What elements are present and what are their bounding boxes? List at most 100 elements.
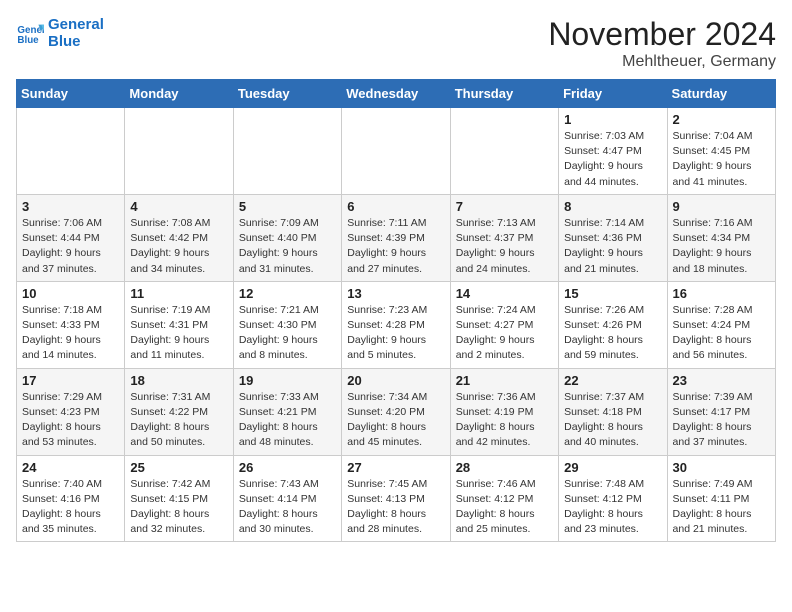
day-number: 21 xyxy=(456,373,553,388)
day-number: 3 xyxy=(22,199,119,214)
day-number: 7 xyxy=(456,199,553,214)
day-info: Sunrise: 7:36 AM Sunset: 4:19 PM Dayligh… xyxy=(456,390,553,451)
calendar-cell: 4Sunrise: 7:08 AM Sunset: 4:42 PM Daylig… xyxy=(125,194,233,281)
calendar-cell: 10 Sunrise: 7:18 AM Sunset: 4:33 PM Dayli… xyxy=(17,281,125,368)
calendar-cell: 28 Sunrise: 7:46 AM Sunset: 4:12 PM Dayli… xyxy=(450,455,558,542)
day-info: Sunrise: 7:39 AM Sunset: 4:17 PM Dayligh… xyxy=(673,390,770,451)
day-info: Sunrise: 7:09 AM Sunset: 4:40 PM Dayligh… xyxy=(239,216,336,277)
day-number: 27 xyxy=(347,460,444,475)
day-info: Sunrise: 7:37 AM Sunset: 4:18 PM Dayligh… xyxy=(564,390,661,451)
calendar-table: SundayMondayTuesdayWednesdayThursdayFrid… xyxy=(16,79,776,542)
calendar-cell: 22 Sunrise: 7:37 AM Sunset: 4:18 PM Dayli… xyxy=(559,368,667,455)
day-info: Sunrise: 7:48 AM Sunset: 4:12 PM Dayligh… xyxy=(564,477,661,538)
calendar-cell: 15 Sunrise: 7:26 AM Sunset: 4:26 PM Dayli… xyxy=(559,281,667,368)
day-info: Sunrise: 7:04 AM Sunset: 4:45 PM Dayligh… xyxy=(673,129,770,190)
calendar-week-4: 17Sunrise: 7:29 AM Sunset: 4:23 PM Dayli… xyxy=(17,368,776,455)
calendar-cell: 29 Sunrise: 7:48 AM Sunset: 4:12 PM Dayli… xyxy=(559,455,667,542)
day-info: Sunrise: 7:11 AM Sunset: 4:39 PM Dayligh… xyxy=(347,216,444,277)
day-number: 11 xyxy=(130,286,227,301)
day-info: Sunrise: 7:03 AM Sunset: 4:47 PM Dayligh… xyxy=(564,129,661,190)
day-number: 29 xyxy=(564,460,661,475)
day-header-thursday: Thursday xyxy=(450,80,558,108)
day-info: Sunrise: 7:33 AM Sunset: 4:21 PM Dayligh… xyxy=(239,390,336,451)
calendar-cell: 16Sunrise: 7:28 AM Sunset: 4:24 PM Dayli… xyxy=(667,281,775,368)
day-number: 14 xyxy=(456,286,553,301)
calendar-header-row: SundayMondayTuesdayWednesdayThursdayFrid… xyxy=(17,80,776,108)
calendar-cell: 2 Sunrise: 7:04 AM Sunset: 4:45 PM Daylig… xyxy=(667,108,775,195)
calendar-cell: 20 Sunrise: 7:34 AM Sunset: 4:20 PM Dayli… xyxy=(342,368,450,455)
calendar-week-5: 24Sunrise: 7:40 AM Sunset: 4:16 PM Dayli… xyxy=(17,455,776,542)
calendar-cell: 18Sunrise: 7:31 AM Sunset: 4:22 PM Dayli… xyxy=(125,368,233,455)
calendar-cell: 7 Sunrise: 7:13 AM Sunset: 4:37 PM Daylig… xyxy=(450,194,558,281)
calendar-cell: 19 Sunrise: 7:33 AM Sunset: 4:21 PM Dayli… xyxy=(233,368,341,455)
svg-text:Blue: Blue xyxy=(17,35,39,46)
calendar-cell: 21 Sunrise: 7:36 AM Sunset: 4:19 PM Dayli… xyxy=(450,368,558,455)
day-info: Sunrise: 7:34 AM Sunset: 4:20 PM Dayligh… xyxy=(347,390,444,451)
day-number: 23 xyxy=(673,373,770,388)
day-number: 19 xyxy=(239,373,336,388)
calendar-body: 1 Sunrise: 7:03 AM Sunset: 4:47 PM Daylig… xyxy=(17,108,776,542)
day-number: 10 xyxy=(22,286,119,301)
day-info: Sunrise: 7:13 AM Sunset: 4:37 PM Dayligh… xyxy=(456,216,553,277)
day-info: Sunrise: 7:16 AM Sunset: 4:34 PM Dayligh… xyxy=(673,216,770,277)
calendar-cell: 30 Sunrise: 7:49 AM Sunset: 4:11 PM Dayli… xyxy=(667,455,775,542)
calendar-cell: 1 Sunrise: 7:03 AM Sunset: 4:47 PM Daylig… xyxy=(559,108,667,195)
logo: General Blue General Blue xyxy=(16,16,104,51)
day-info: Sunrise: 7:45 AM Sunset: 4:13 PM Dayligh… xyxy=(347,477,444,538)
calendar-cell xyxy=(342,108,450,195)
calendar-week-2: 3Sunrise: 7:06 AM Sunset: 4:44 PM Daylig… xyxy=(17,194,776,281)
day-number: 12 xyxy=(239,286,336,301)
day-info: Sunrise: 7:14 AM Sunset: 4:36 PM Dayligh… xyxy=(564,216,661,277)
calendar-cell: 5Sunrise: 7:09 AM Sunset: 4:40 PM Daylig… xyxy=(233,194,341,281)
day-number: 16 xyxy=(673,286,770,301)
day-number: 22 xyxy=(564,373,661,388)
header: General Blue General Blue November 2024 … xyxy=(16,16,776,71)
day-info: Sunrise: 7:19 AM Sunset: 4:31 PM Dayligh… xyxy=(130,303,227,364)
day-info: Sunrise: 7:08 AM Sunset: 4:42 PM Dayligh… xyxy=(130,216,227,277)
calendar-cell: 14Sunrise: 7:24 AM Sunset: 4:27 PM Dayli… xyxy=(450,281,558,368)
day-info: Sunrise: 7:26 AM Sunset: 4:26 PM Dayligh… xyxy=(564,303,661,364)
location: Mehltheuer, Germany xyxy=(548,53,776,71)
day-header-monday: Monday xyxy=(125,80,233,108)
calendar-week-3: 10 Sunrise: 7:18 AM Sunset: 4:33 PM Dayli… xyxy=(17,281,776,368)
day-number: 9 xyxy=(673,199,770,214)
day-header-sunday: Sunday xyxy=(17,80,125,108)
day-number: 18 xyxy=(130,373,227,388)
month-year: November 2024 xyxy=(548,16,776,53)
calendar-week-1: 1 Sunrise: 7:03 AM Sunset: 4:47 PM Daylig… xyxy=(17,108,776,195)
day-number: 30 xyxy=(673,460,770,475)
day-number: 25 xyxy=(130,460,227,475)
calendar-cell: 17Sunrise: 7:29 AM Sunset: 4:23 PM Dayli… xyxy=(17,368,125,455)
calendar-cell: 26Sunrise: 7:43 AM Sunset: 4:14 PM Dayli… xyxy=(233,455,341,542)
calendar-cell: 6 Sunrise: 7:11 AM Sunset: 4:39 PM Daylig… xyxy=(342,194,450,281)
calendar-cell: 3Sunrise: 7:06 AM Sunset: 4:44 PM Daylig… xyxy=(17,194,125,281)
day-info: Sunrise: 7:23 AM Sunset: 4:28 PM Dayligh… xyxy=(347,303,444,364)
day-info: Sunrise: 7:18 AM Sunset: 4:33 PM Dayligh… xyxy=(22,303,119,364)
day-header-wednesday: Wednesday xyxy=(342,80,450,108)
day-number: 6 xyxy=(347,199,444,214)
day-info: Sunrise: 7:21 AM Sunset: 4:30 PM Dayligh… xyxy=(239,303,336,364)
calendar-cell: 8 Sunrise: 7:14 AM Sunset: 4:36 PM Daylig… xyxy=(559,194,667,281)
day-number: 2 xyxy=(673,112,770,127)
day-number: 17 xyxy=(22,373,119,388)
day-number: 1 xyxy=(564,112,661,127)
calendar-cell: 11 Sunrise: 7:19 AM Sunset: 4:31 PM Dayli… xyxy=(125,281,233,368)
calendar-cell: 24Sunrise: 7:40 AM Sunset: 4:16 PM Dayli… xyxy=(17,455,125,542)
calendar-cell xyxy=(233,108,341,195)
day-number: 20 xyxy=(347,373,444,388)
day-info: Sunrise: 7:49 AM Sunset: 4:11 PM Dayligh… xyxy=(673,477,770,538)
calendar-cell xyxy=(17,108,125,195)
day-number: 28 xyxy=(456,460,553,475)
day-info: Sunrise: 7:46 AM Sunset: 4:12 PM Dayligh… xyxy=(456,477,553,538)
logo-icon: General Blue xyxy=(16,19,44,47)
day-header-friday: Friday xyxy=(559,80,667,108)
day-header-tuesday: Tuesday xyxy=(233,80,341,108)
day-number: 15 xyxy=(564,286,661,301)
day-number: 26 xyxy=(239,460,336,475)
calendar-cell: 23 Sunrise: 7:39 AM Sunset: 4:17 PM Dayli… xyxy=(667,368,775,455)
day-info: Sunrise: 7:40 AM Sunset: 4:16 PM Dayligh… xyxy=(22,477,119,538)
calendar-cell: 13Sunrise: 7:23 AM Sunset: 4:28 PM Dayli… xyxy=(342,281,450,368)
calendar-cell xyxy=(450,108,558,195)
day-number: 8 xyxy=(564,199,661,214)
calendar-cell: 12 Sunrise: 7:21 AM Sunset: 4:30 PM Dayli… xyxy=(233,281,341,368)
